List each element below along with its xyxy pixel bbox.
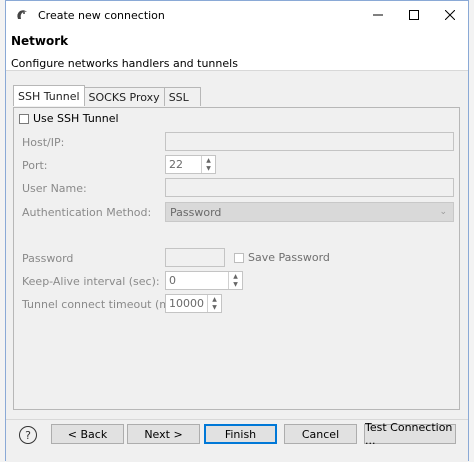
password-label: Password (22, 252, 74, 265)
keepalive-value: 0 (169, 274, 176, 287)
minimize-button[interactable] (360, 1, 396, 29)
spin-down-icon[interactable]: ▼ (229, 281, 242, 290)
tab-bar: SSH Tunnel SOCKS Proxy SSL (13, 85, 201, 106)
next-button[interactable]: Next > (127, 424, 200, 444)
use-ssh-tunnel-checkbox[interactable] (19, 113, 29, 124)
spin-up-icon[interactable]: ▲ (202, 156, 215, 165)
auth-method-value: Password (170, 205, 222, 219)
keepalive-spinner[interactable]: ▲ ▼ (228, 272, 242, 289)
close-button[interactable] (432, 1, 468, 29)
username-label: User Name: (22, 182, 87, 195)
dialog-window: Create new connection Network Configure … (5, 0, 469, 462)
save-password-label: Save Password (248, 251, 330, 264)
port-input[interactable]: 22 ▲ ▼ (165, 155, 216, 174)
port-value: 22 (169, 158, 183, 171)
page-title: Network (11, 34, 69, 48)
wizard-content: SSH Tunnel SOCKS Proxy SSL Use SSH Tunne… (6, 71, 468, 421)
cancel-button[interactable]: Cancel (284, 424, 357, 444)
port-label: Port: (22, 159, 48, 172)
spin-down-icon[interactable]: ▼ (202, 165, 215, 174)
spin-up-icon[interactable]: ▲ (208, 295, 221, 304)
username-input[interactable] (165, 178, 454, 197)
port-spinner[interactable]: ▲ ▼ (201, 156, 215, 173)
password-input[interactable] (165, 248, 225, 267)
host-label: Host/IP: (22, 136, 65, 149)
save-password-row[interactable]: Save Password (234, 251, 330, 264)
host-input[interactable] (165, 132, 454, 151)
timeout-label: Tunnel connect timeout (ms): (22, 298, 184, 311)
help-icon[interactable]: ? (19, 426, 37, 444)
maximize-button[interactable] (396, 1, 432, 29)
timeout-spinner[interactable]: ▲ ▼ (207, 295, 221, 312)
title-bar[interactable]: Create new connection (6, 1, 468, 29)
auth-method-select[interactable]: Password ⌄ (165, 202, 454, 222)
back-button[interactable]: < Back (51, 424, 124, 444)
keepalive-input[interactable]: 0 ▲ ▼ (165, 271, 243, 290)
save-password-checkbox[interactable] (234, 252, 244, 263)
spin-up-icon[interactable]: ▲ (229, 272, 242, 281)
ssh-tunnel-panel: Use SSH Tunnel Host/IP: Port: 22 ▲ ▼ User… (13, 107, 460, 410)
button-bar: ? < Back Next > Finish Cancel Test Conne… (6, 419, 468, 462)
chevron-down-icon: ⌄ (439, 207, 447, 217)
timeout-input[interactable]: 10000 ▲ ▼ (165, 294, 222, 313)
timeout-value: 10000 (169, 297, 204, 310)
tab-ssl[interactable]: SSL (163, 87, 201, 106)
page-description: Configure networks handlers and tunnels (11, 57, 238, 70)
spin-down-icon[interactable]: ▼ (208, 304, 221, 313)
auth-method-label: Authentication Method: (22, 206, 152, 219)
keepalive-label: Keep-Alive interval (sec): (22, 275, 160, 288)
window-title: Create new connection (38, 8, 165, 22)
wizard-header: Network Configure networks handlers and … (6, 29, 468, 71)
tab-ssh-tunnel[interactable]: SSH Tunnel (13, 85, 85, 106)
dbeaver-app-icon (14, 7, 30, 23)
use-ssh-tunnel-label: Use SSH Tunnel (33, 112, 119, 125)
test-connection-button[interactable]: Test Connection ... (364, 421, 456, 447)
tab-socks-proxy[interactable]: SOCKS Proxy (83, 87, 165, 106)
use-ssh-tunnel-row[interactable]: Use SSH Tunnel (19, 112, 119, 125)
finish-button[interactable]: Finish (204, 424, 277, 444)
